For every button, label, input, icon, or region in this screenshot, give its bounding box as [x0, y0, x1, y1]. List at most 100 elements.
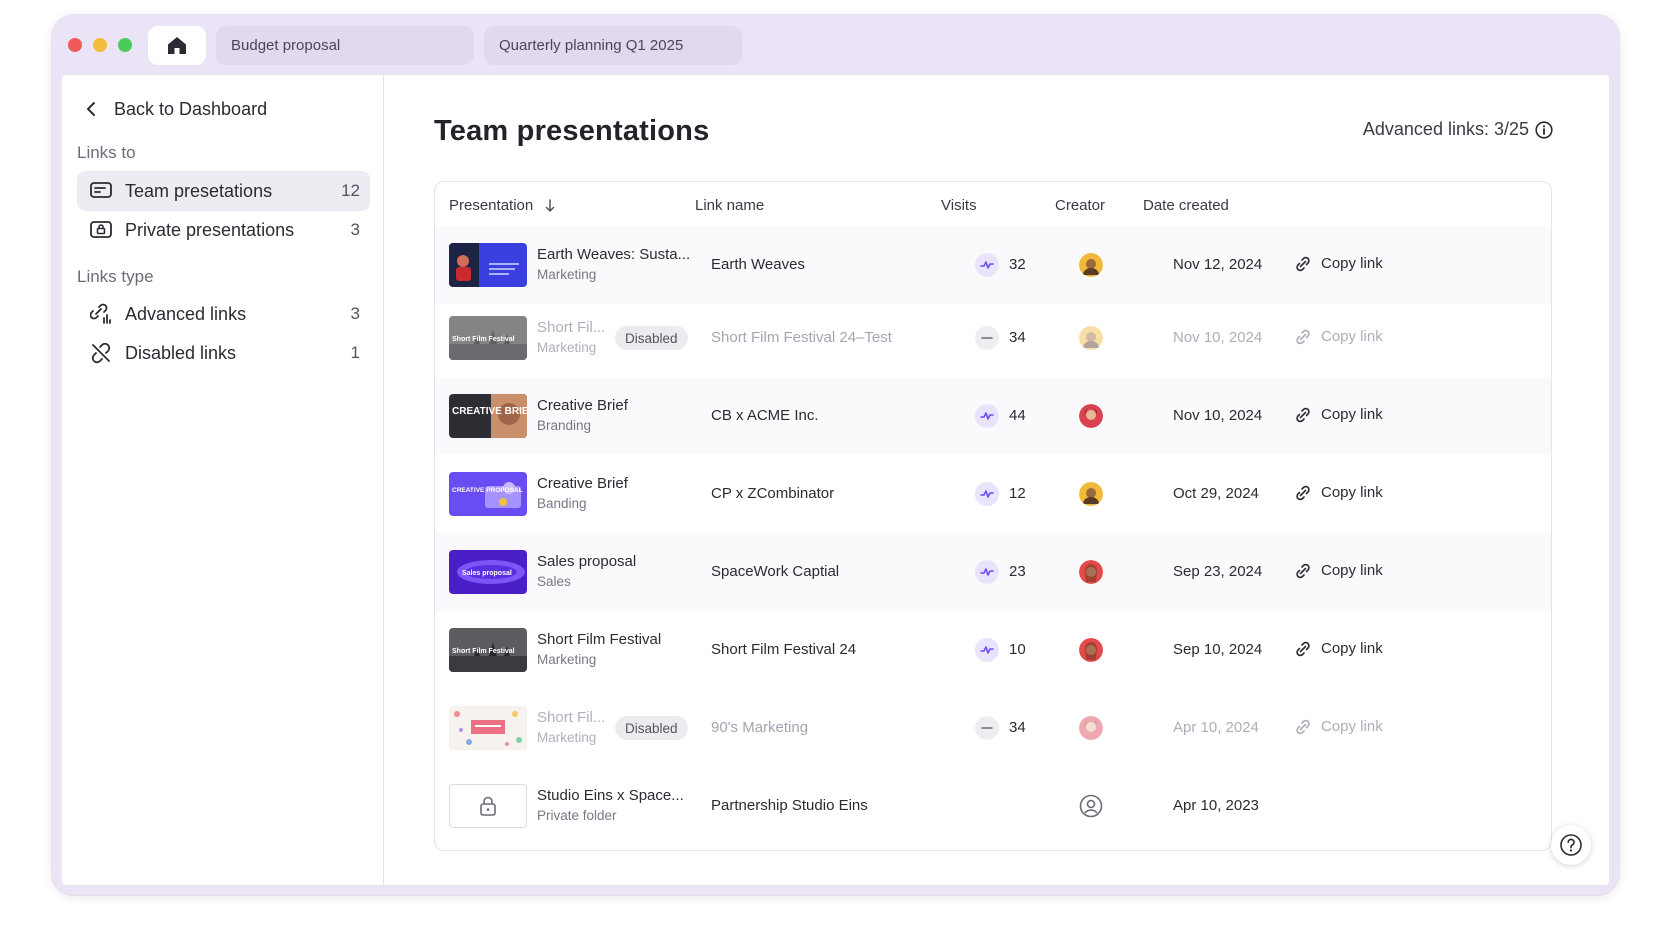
table-row[interactable]: Studio Eins x Space... Private folder Pa… — [435, 767, 1551, 845]
table-row[interactable]: Earth Weaves: Susta... Marketing Earth W… — [435, 226, 1551, 304]
date-created: Nov 12, 2024 — [1173, 256, 1263, 273]
presentation-title: Sales proposal — [537, 553, 637, 570]
home-icon — [168, 37, 186, 54]
date-created: Sep 10, 2024 — [1173, 641, 1263, 658]
title-bar: Budget proposal Quarterly planning Q1 20… — [52, 15, 1619, 75]
creator-avatar — [1079, 404, 1103, 428]
creator-avatar — [1079, 560, 1103, 584]
table-row[interactable]: Short Film Festival Short Fil... Marketi… — [435, 299, 1551, 377]
help-button[interactable] — [1551, 825, 1591, 865]
date-created: Nov 10, 2024 — [1173, 407, 1263, 424]
tab-budget-proposal[interactable]: Budget proposal — [216, 26, 474, 65]
copy-link-button[interactable]: Copy link — [1295, 640, 1383, 657]
presentation-thumbnail — [449, 243, 527, 287]
presentation-thumbnail: Sales proposal — [449, 550, 527, 594]
sidebar-item-count: 3 — [350, 220, 360, 239]
minimize-window-button[interactable] — [93, 38, 107, 52]
column-header-date-created[interactable]: Date created — [1143, 197, 1229, 214]
column-header-label: Presentation — [449, 197, 534, 214]
user-placeholder-icon — [1079, 794, 1103, 818]
presentation-category: Marketing — [537, 652, 597, 667]
sidebar-item-label: Private presentations — [125, 219, 295, 240]
column-header-link-name[interactable]: Link name — [695, 197, 764, 214]
sidebar-item-label: Team presetations — [125, 180, 273, 201]
table-row[interactable]: Short Film Festival Short Film Festival … — [435, 611, 1551, 689]
link-analytics-icon — [89, 302, 113, 326]
visits-count: 10 — [1009, 641, 1026, 658]
column-header-creator[interactable]: Creator — [1055, 197, 1105, 214]
tab-quarterly-planning[interactable]: Quarterly planning Q1 2025 — [484, 26, 742, 65]
table-row[interactable]: Sales proposal Sales proposal Sales Spac… — [435, 533, 1551, 611]
column-header-presentation[interactable]: Presentation — [449, 197, 555, 214]
presentation-category: Marketing — [537, 340, 597, 355]
sidebar-item-label: Advanced links — [125, 303, 247, 324]
sidebar-item-private-presentations[interactable]: Private presentations 3 — [77, 210, 370, 250]
table-row[interactable]: CREATIVE BRIEF Creative Brief Branding C… — [435, 377, 1551, 455]
sidebar: Back to Dashboard Links to Team presetat… — [62, 75, 384, 885]
thumbnail-text: Short Film Festival — [452, 648, 515, 655]
lock-icon — [449, 784, 527, 828]
sidebar-item-disabled-links[interactable]: Disabled links 1 — [77, 333, 370, 373]
date-created: Nov 10, 2024 — [1173, 329, 1263, 346]
question-mark-icon — [1560, 834, 1582, 856]
copy-link-button[interactable]: Copy link — [1295, 484, 1383, 501]
date-created: Apr 10, 2024 — [1173, 719, 1259, 736]
activity-icon — [975, 560, 999, 584]
sidebar-item-count: 1 — [350, 343, 360, 362]
copy-link-button[interactable]: Copy link — [1295, 562, 1383, 579]
activity-icon — [975, 482, 999, 506]
date-created: Apr 10, 2023 — [1173, 797, 1259, 814]
sidebar-item-advanced-links[interactable]: Advanced links 3 — [77, 294, 370, 334]
minus-icon — [975, 326, 999, 350]
presentation-thumbnail: CREATIVE PROPOSAL — [449, 472, 527, 516]
back-to-dashboard-link[interactable]: Back to Dashboard — [86, 96, 267, 122]
visits-count: 23 — [1009, 563, 1026, 580]
copy-link-label: Copy link — [1321, 484, 1383, 501]
sidebar-item-count: 3 — [350, 304, 360, 323]
advanced-links-quota-label: Advanced links: 3/25 — [1362, 119, 1529, 139]
copy-link-label: Copy link — [1321, 562, 1383, 579]
copy-link-button[interactable]: Copy link — [1295, 406, 1383, 423]
sort-descending-icon — [545, 198, 555, 212]
copy-link-button[interactable]: Copy link — [1295, 328, 1383, 345]
link-icon — [1296, 329, 1310, 344]
info-icon[interactable] — [1535, 120, 1553, 139]
page-title: Team presentations — [434, 115, 710, 147]
presentation-icon — [89, 179, 113, 203]
copy-link-label: Copy link — [1321, 328, 1383, 345]
presentation-thumbnail: Short Film Festival — [449, 316, 527, 360]
presentation-category: Banding — [537, 496, 587, 511]
presentation-category: Marketing — [537, 730, 597, 745]
sidebar-item-team-presentations[interactable]: Team presetations 12 — [77, 171, 370, 211]
home-tab[interactable] — [148, 26, 206, 65]
copy-link-button[interactable]: Copy link — [1295, 255, 1383, 272]
copy-link-button[interactable]: Copy link — [1295, 718, 1383, 735]
presentation-category: Branding — [537, 418, 592, 433]
table-row[interactable]: Short Fil... Marketing Disabled 90's Mar… — [435, 689, 1551, 767]
close-window-button[interactable] — [68, 38, 82, 52]
lock-presentation-icon — [89, 218, 113, 242]
presentation-thumbnail: Short Film Festival — [449, 628, 527, 672]
link-name: Partnership Studio Eins — [711, 797, 868, 814]
presentation-title: Studio Eins x Space... — [537, 787, 684, 804]
maximize-window-button[interactable] — [118, 38, 132, 52]
copy-link-label: Copy link — [1321, 718, 1383, 735]
copy-link-label: Copy link — [1321, 406, 1383, 423]
presentation-title: Creative Brief — [537, 397, 628, 414]
visits-count: 34 — [1009, 329, 1026, 346]
link-name: Short Film Festival 24 — [711, 641, 857, 658]
link-icon — [1296, 719, 1310, 734]
presentation-title: Creative Brief — [537, 475, 628, 492]
links-to-heading: Links to — [77, 143, 136, 162]
advanced-links-quota: Advanced links: 3/25 — [1363, 119, 1553, 140]
links-type-heading: Links type — [77, 267, 154, 286]
presentation-title: Earth Weaves: Susta... — [537, 246, 691, 263]
presentation-category: Sales — [537, 574, 571, 589]
table-row[interactable]: CREATIVE PROPOSAL Creative Brief Banding… — [435, 455, 1551, 533]
thumbnail-text: CREATIVE PROPOSAL — [452, 487, 523, 494]
link-name: CB x ACME Inc. — [711, 407, 819, 424]
creator-avatar — [1079, 326, 1103, 350]
main-panel: Team presentations Advanced links: 3/25 … — [384, 75, 1609, 885]
column-header-visits[interactable]: Visits — [941, 197, 977, 214]
presentation-category: Private folder — [537, 808, 617, 823]
